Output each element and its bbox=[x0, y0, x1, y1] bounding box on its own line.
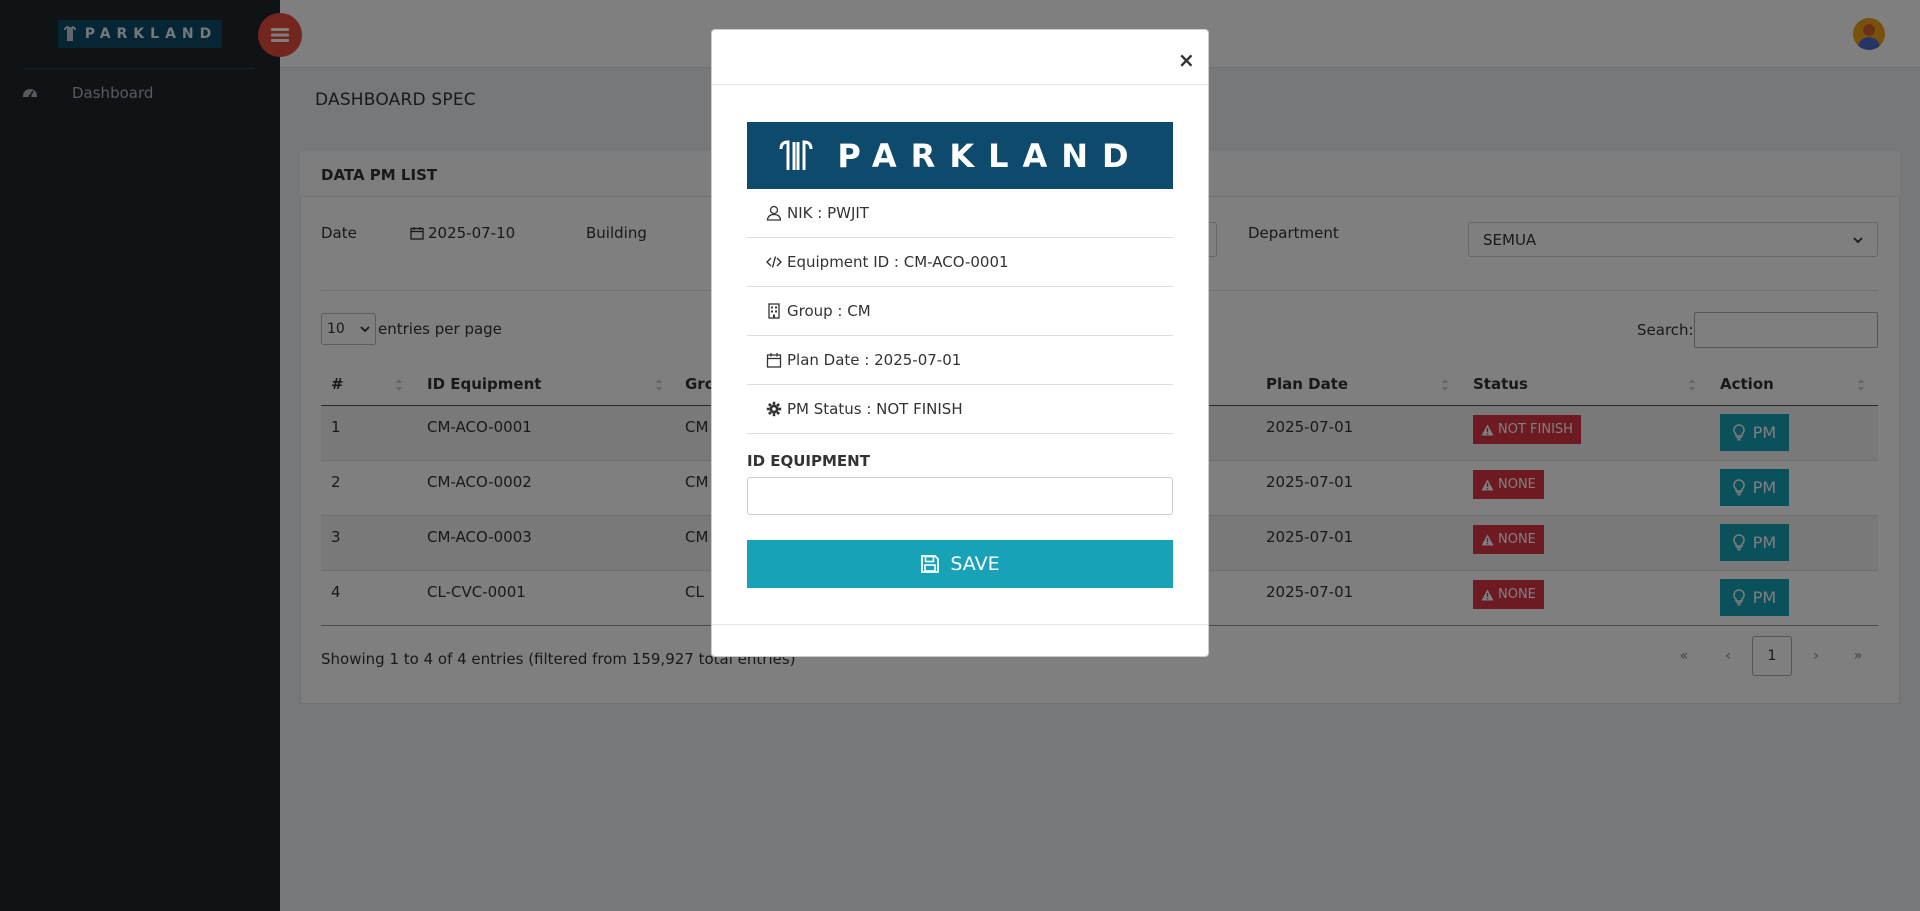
info-group-text: Group : CM bbox=[787, 302, 871, 320]
modal-header-divider bbox=[712, 84, 1208, 85]
save-button[interactable]: SAVE bbox=[747, 540, 1173, 588]
info-pm-status: PM Status : NOT FINISH bbox=[747, 385, 1173, 434]
id-equipment-input[interactable] bbox=[747, 477, 1173, 515]
user-icon bbox=[766, 205, 782, 221]
calendar-icon bbox=[766, 353, 782, 368]
info-equipment-id-text: Equipment ID : CM-ACO-0001 bbox=[787, 253, 1009, 271]
info-pm-status-text: PM Status : NOT FINISH bbox=[787, 400, 963, 418]
modal-brand-banner: PARKLAND bbox=[747, 122, 1173, 189]
gear-icon bbox=[766, 401, 782, 417]
info-nik-text: NIK : PWJIT bbox=[787, 204, 869, 222]
modal-footer-divider bbox=[712, 624, 1208, 625]
info-equipment-id: Equipment ID : CM-ACO-0001 bbox=[747, 238, 1173, 287]
id-equipment-label: ID EQUIPMENT bbox=[747, 452, 870, 470]
info-group: Group : CM bbox=[747, 287, 1173, 336]
info-plan-date: Plan Date : 2025-07-01 bbox=[747, 336, 1173, 385]
building-icon bbox=[768, 303, 780, 319]
info-plan-date-text: Plan Date : 2025-07-01 bbox=[787, 351, 962, 369]
modal-close-button[interactable]: × bbox=[1178, 48, 1195, 72]
modal-brand-text: PARKLAND bbox=[837, 136, 1143, 175]
info-nik: NIK : PWJIT bbox=[747, 189, 1173, 238]
floppy-disk-icon bbox=[921, 555, 940, 573]
save-button-label: SAVE bbox=[950, 553, 1000, 575]
code-icon bbox=[766, 256, 782, 268]
parkland-logo-icon bbox=[779, 139, 813, 170]
